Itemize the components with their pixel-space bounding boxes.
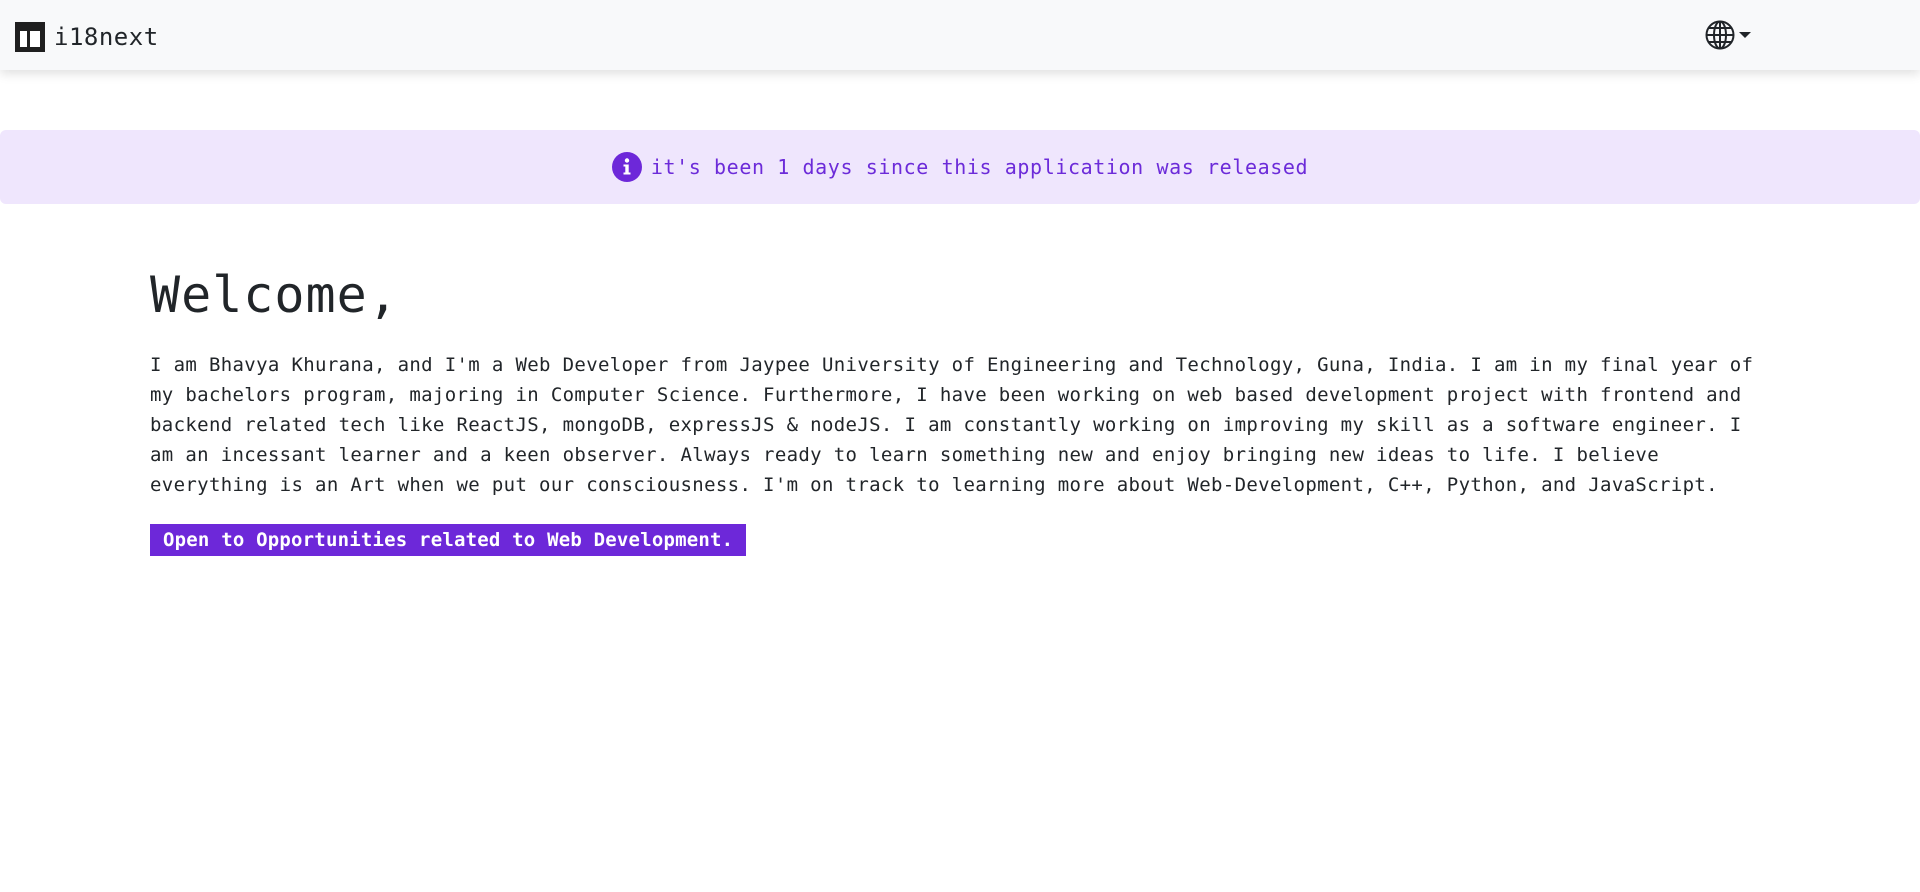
globe-icon — [1705, 20, 1735, 50]
brand-link[interactable]: i18next — [15, 22, 159, 52]
page-title: Welcome, — [150, 266, 399, 324]
npm-logo-icon — [15, 22, 45, 52]
main-content: Welcome, I am Bhavya Khurana, and I'm a … — [150, 262, 1770, 556]
bio-paragraph: I am Bhavya Khurana, and I'm a Web Devel… — [150, 354, 1754, 496]
opportunities-badge: Open to Opportunities related to Web Dev… — [150, 524, 747, 556]
language-dropdown-toggle[interactable] — [1704, 18, 1751, 52]
top-navbar: i18next — [0, 0, 1920, 70]
brand-title: i18next — [54, 23, 159, 51]
caret-down-icon — [1739, 32, 1751, 38]
info-icon — [611, 152, 642, 182]
release-info-alert: it's been 1 days since this application … — [0, 130, 1920, 204]
alert-message: it's been 1 days since this application … — [650, 155, 1309, 179]
